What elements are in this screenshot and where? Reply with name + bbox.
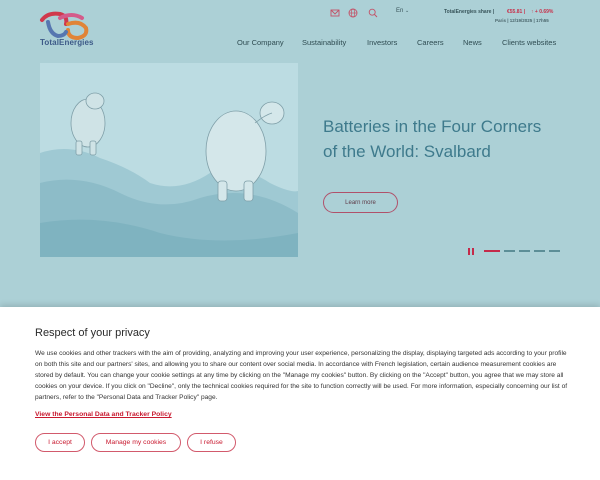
carousel-dot-1[interactable] <box>484 250 500 252</box>
cookie-title: Respect of your privacy <box>35 327 150 339</box>
language-label: En <box>396 8 404 14</box>
cookie-banner: Respect of your privacy We use cookies a… <box>0 307 600 480</box>
site-header: TotalEnergies En ⌄ TotalEnergies share |… <box>0 0 600 60</box>
carousel-dot-5[interactable] <box>549 250 560 252</box>
refuse-button[interactable]: I refuse <box>187 433 236 452</box>
search-icon[interactable] <box>368 8 378 18</box>
nav-investors[interactable]: Investors <box>367 38 397 47</box>
pause-icon[interactable] <box>468 248 474 255</box>
mail-icon[interactable] <box>330 8 340 18</box>
nav-careers[interactable]: Careers <box>417 38 444 47</box>
share-market-info: Paris | 12/19/2025 | 17h55 <box>495 18 549 23</box>
cookie-description: We use cookies and other trackers with t… <box>35 350 568 401</box>
nav-sustainability[interactable]: Sustainability <box>302 38 346 47</box>
logo-text: TotalEnergies <box>40 38 94 47</box>
nav-our-company[interactable]: Our Company <box>237 38 284 47</box>
carousel-dot-2[interactable] <box>504 250 515 252</box>
nav-news[interactable]: News <box>463 38 482 47</box>
carousel-dot-3[interactable] <box>519 250 530 252</box>
learn-more-button[interactable]: Learn more <box>323 192 398 213</box>
globe-icon[interactable] <box>348 8 358 18</box>
chevron-down-icon: ⌄ <box>405 8 410 14</box>
share-label: TotalEnergies share | <box>444 9 495 15</box>
share-change: ↑ + 0.69% <box>531 9 554 15</box>
share-value: €55.81 | <box>507 9 526 15</box>
polar-bears-illustration <box>40 63 298 257</box>
carousel-dot-4[interactable] <box>534 250 545 252</box>
hero-image <box>40 63 298 257</box>
privacy-policy-link[interactable]: View the Personal Data and Tracker Polic… <box>35 411 172 418</box>
hero-title: Batteries in the Four Corners of the Wor… <box>323 117 542 161</box>
accept-button[interactable]: I accept <box>35 433 85 452</box>
nav-clients-websites[interactable]: Clients websites <box>502 38 556 47</box>
language-selector[interactable]: En ⌄ <box>396 8 409 14</box>
manage-cookies-button[interactable]: Manage my cookies <box>91 433 181 452</box>
